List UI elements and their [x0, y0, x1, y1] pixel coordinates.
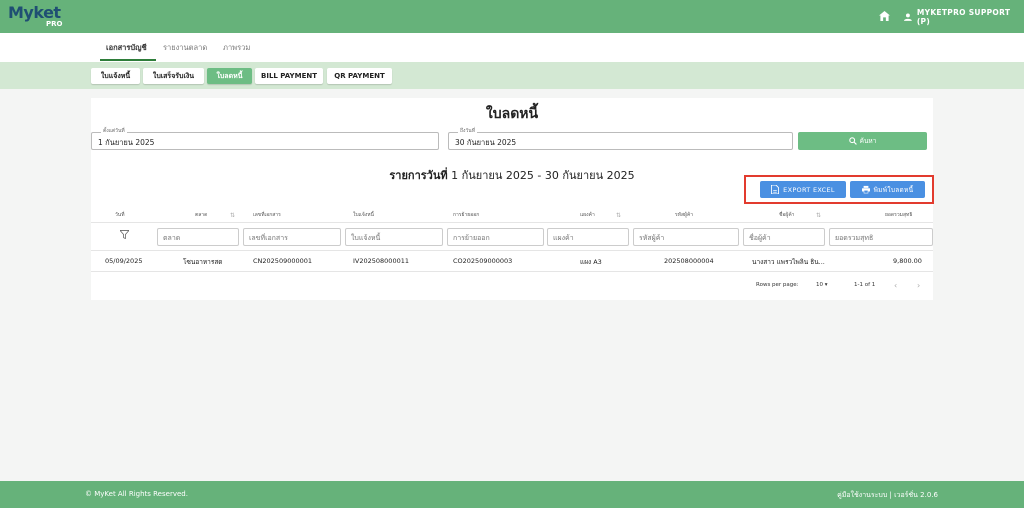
column-header-vendor-code[interactable]: รหัสผู้ค้า [675, 211, 693, 219]
filter-input-doc-no[interactable]: เลขที่เอกสาร [243, 228, 341, 246]
search-button-label: ค้นหา [859, 137, 877, 145]
filter-placeholder: การย้ายออก [453, 234, 490, 242]
tab-accounting-docs[interactable]: เอกสารบัญชี [106, 42, 147, 54]
action-highlight: EXPORT EXCEL พิมพ์ใบลดหนี้ [744, 175, 934, 204]
export-excel-button[interactable]: EXPORT EXCEL [760, 181, 846, 198]
column-header-market[interactable]: ตลาด [195, 211, 207, 219]
cell-doc-no: CN202509000001 [253, 257, 313, 265]
filter-divider [91, 250, 933, 251]
start-date-field[interactable]: ตั้งแต่วันที่ 1 กันยายน 2025 [91, 127, 439, 150]
footer-manual-version[interactable]: คู่มือใช้งานระบบ | เวอร์ชั่น 2.0.6 [837, 490, 938, 501]
filter-placeholder: แผงค้า [553, 234, 574, 242]
report-prefix: รายการวันที่ [389, 169, 448, 182]
report-range: 1 กันยายน 2025 - 30 กันยายน 2025 [451, 169, 635, 182]
cell-net-total: 9,800.00 [893, 257, 922, 265]
main-nav: เอกสารบัญชี รายงานตลาด ภาพรวม [0, 33, 1024, 62]
cell-vendor-name: นางสาว แพรวไพลิน ธิน... [752, 258, 825, 266]
subtab-credit-note[interactable]: ใบลดหนี้ [207, 68, 252, 84]
footer: © MyKet All Rights Reserved. คู่มือใช้งา… [0, 481, 1024, 508]
filter-input-vendor-code[interactable]: รหัสผู้ค้า [633, 228, 739, 246]
rows-per-page-value: 10 [816, 282, 823, 288]
filter-input-stall[interactable]: แผงค้า [547, 228, 629, 246]
page-title: ใบลดหนี้ [485, 106, 539, 122]
document-icon [771, 185, 780, 194]
end-date-label: ถึงวันที่ [458, 127, 477, 135]
column-header-stall[interactable]: แผงค้า [580, 211, 595, 219]
subtab-qr-payment[interactable]: QR PAYMENT [327, 68, 392, 84]
logo-sub: PRO [46, 20, 63, 28]
sort-icon[interactable]: ⇅ [816, 212, 821, 219]
user-label: MYKETPRO SUPPORT (P) [916, 8, 1011, 26]
active-tab-indicator [100, 59, 156, 61]
search-button[interactable]: ค้นหา [798, 132, 927, 150]
app-window: Myket PRO MYKETPRO SUPPORT (P) เอกสารบัญ… [0, 0, 1024, 508]
copyright: © MyKet All Rights Reserved. [85, 490, 188, 498]
column-header-invoice[interactable]: ใบแจ้งหนี้ [353, 211, 374, 219]
filter-input-vendor-name[interactable]: ชื่อผู้ค้า [743, 228, 825, 246]
filter-icon[interactable] [120, 230, 129, 239]
tab-overview[interactable]: ภาพรวม [223, 42, 250, 54]
subtab-invoice[interactable]: ใบแจ้งหนี้ [91, 68, 140, 84]
user-menu[interactable]: MYKETPRO SUPPORT (P) [904, 8, 1024, 26]
rows-per-page-select[interactable]: 10 ▾ [816, 282, 828, 288]
cell-stall: แผง A3 [580, 258, 602, 266]
logo[interactable]: Myket PRO [8, 3, 68, 31]
filter-input-move-out[interactable]: การย้ายออก [447, 228, 544, 246]
filter-input-market[interactable]: ตลาด [157, 228, 239, 246]
subtab-receipt[interactable]: ใบเสร็จรับเงิน [143, 68, 204, 84]
column-header-doc-no[interactable]: เลขที่เอกสาร [253, 211, 281, 219]
sort-icon[interactable]: ⇅ [616, 212, 621, 219]
sort-icon[interactable]: ⇅ [230, 212, 235, 219]
cell-vendor-code: 202508000004 [664, 257, 714, 265]
printer-icon [861, 185, 870, 194]
top-bar: Myket PRO MYKETPRO SUPPORT (P) [0, 0, 1024, 33]
end-date-value: 30 กันยายน 2025 [455, 138, 517, 147]
filter-placeholder: รหัสผู้ค้า [639, 234, 665, 242]
user-icon [904, 13, 912, 21]
end-date-field[interactable]: ถึงวันที่ 30 กันยายน 2025 [448, 127, 793, 150]
filter-input-invoice[interactable]: ใบแจ้งหนี้ [345, 228, 443, 246]
chevron-left-icon[interactable]: ‹ [894, 281, 897, 290]
column-header-vendor-name[interactable]: ชื่อผู้ค้า [779, 211, 794, 219]
filter-placeholder: ตลาด [163, 234, 181, 242]
subtab-bill-payment[interactable]: BILL PAYMENT [255, 68, 323, 84]
cell-date: 05/09/2025 [105, 257, 143, 265]
filter-placeholder: เลขที่เอกสาร [249, 234, 288, 242]
cell-market: โซนอาหารสด [183, 258, 223, 266]
header-divider [91, 222, 933, 223]
print-credit-note-label: พิมพ์ใบลดหนี้ [873, 185, 914, 194]
cell-invoice: IV202508000011 [353, 257, 409, 265]
filter-placeholder: ชื่อผู้ค้า [749, 234, 771, 242]
chevron-down-icon: ▾ [824, 282, 828, 288]
rows-per-page-label: Rows per page: [756, 282, 799, 288]
main-card: ใบลดหนี้ ตั้งแต่วันที่ 1 กันยายน 2025 ถึ… [91, 98, 934, 300]
sub-nav: ใบแจ้งหนี้ ใบเสร็จรับเงิน ใบลดหนี้ BILL … [0, 62, 1024, 89]
filter-placeholder: ใบแจ้งหนี้ [351, 234, 381, 242]
chevron-right-icon[interactable]: › [917, 281, 920, 290]
start-date-value: 1 กันยายน 2025 [98, 138, 155, 147]
tab-market-report[interactable]: รายงานตลาด [163, 42, 207, 54]
row-divider [91, 271, 933, 272]
start-date-label: ตั้งแต่วันที่ [101, 127, 127, 135]
column-header-date[interactable]: วันที่ [115, 211, 125, 219]
print-credit-note-button[interactable]: พิมพ์ใบลดหนี้ [850, 181, 925, 198]
export-excel-label: EXPORT EXCEL [783, 185, 835, 194]
cell-move-out: CO202509000003 [453, 257, 513, 265]
page-info: 1-1 of 1 [854, 282, 876, 288]
filter-input-net-total[interactable]: ยอดรวมสุทธิ [829, 228, 933, 246]
column-header-net-total[interactable]: ยอดรวมสุทธิ [885, 211, 912, 219]
search-icon [848, 137, 857, 145]
column-header-move-out[interactable]: การย้ายออก [453, 211, 479, 219]
home-icon[interactable] [879, 11, 890, 21]
filter-placeholder: ยอดรวมสุทธิ [835, 234, 874, 242]
